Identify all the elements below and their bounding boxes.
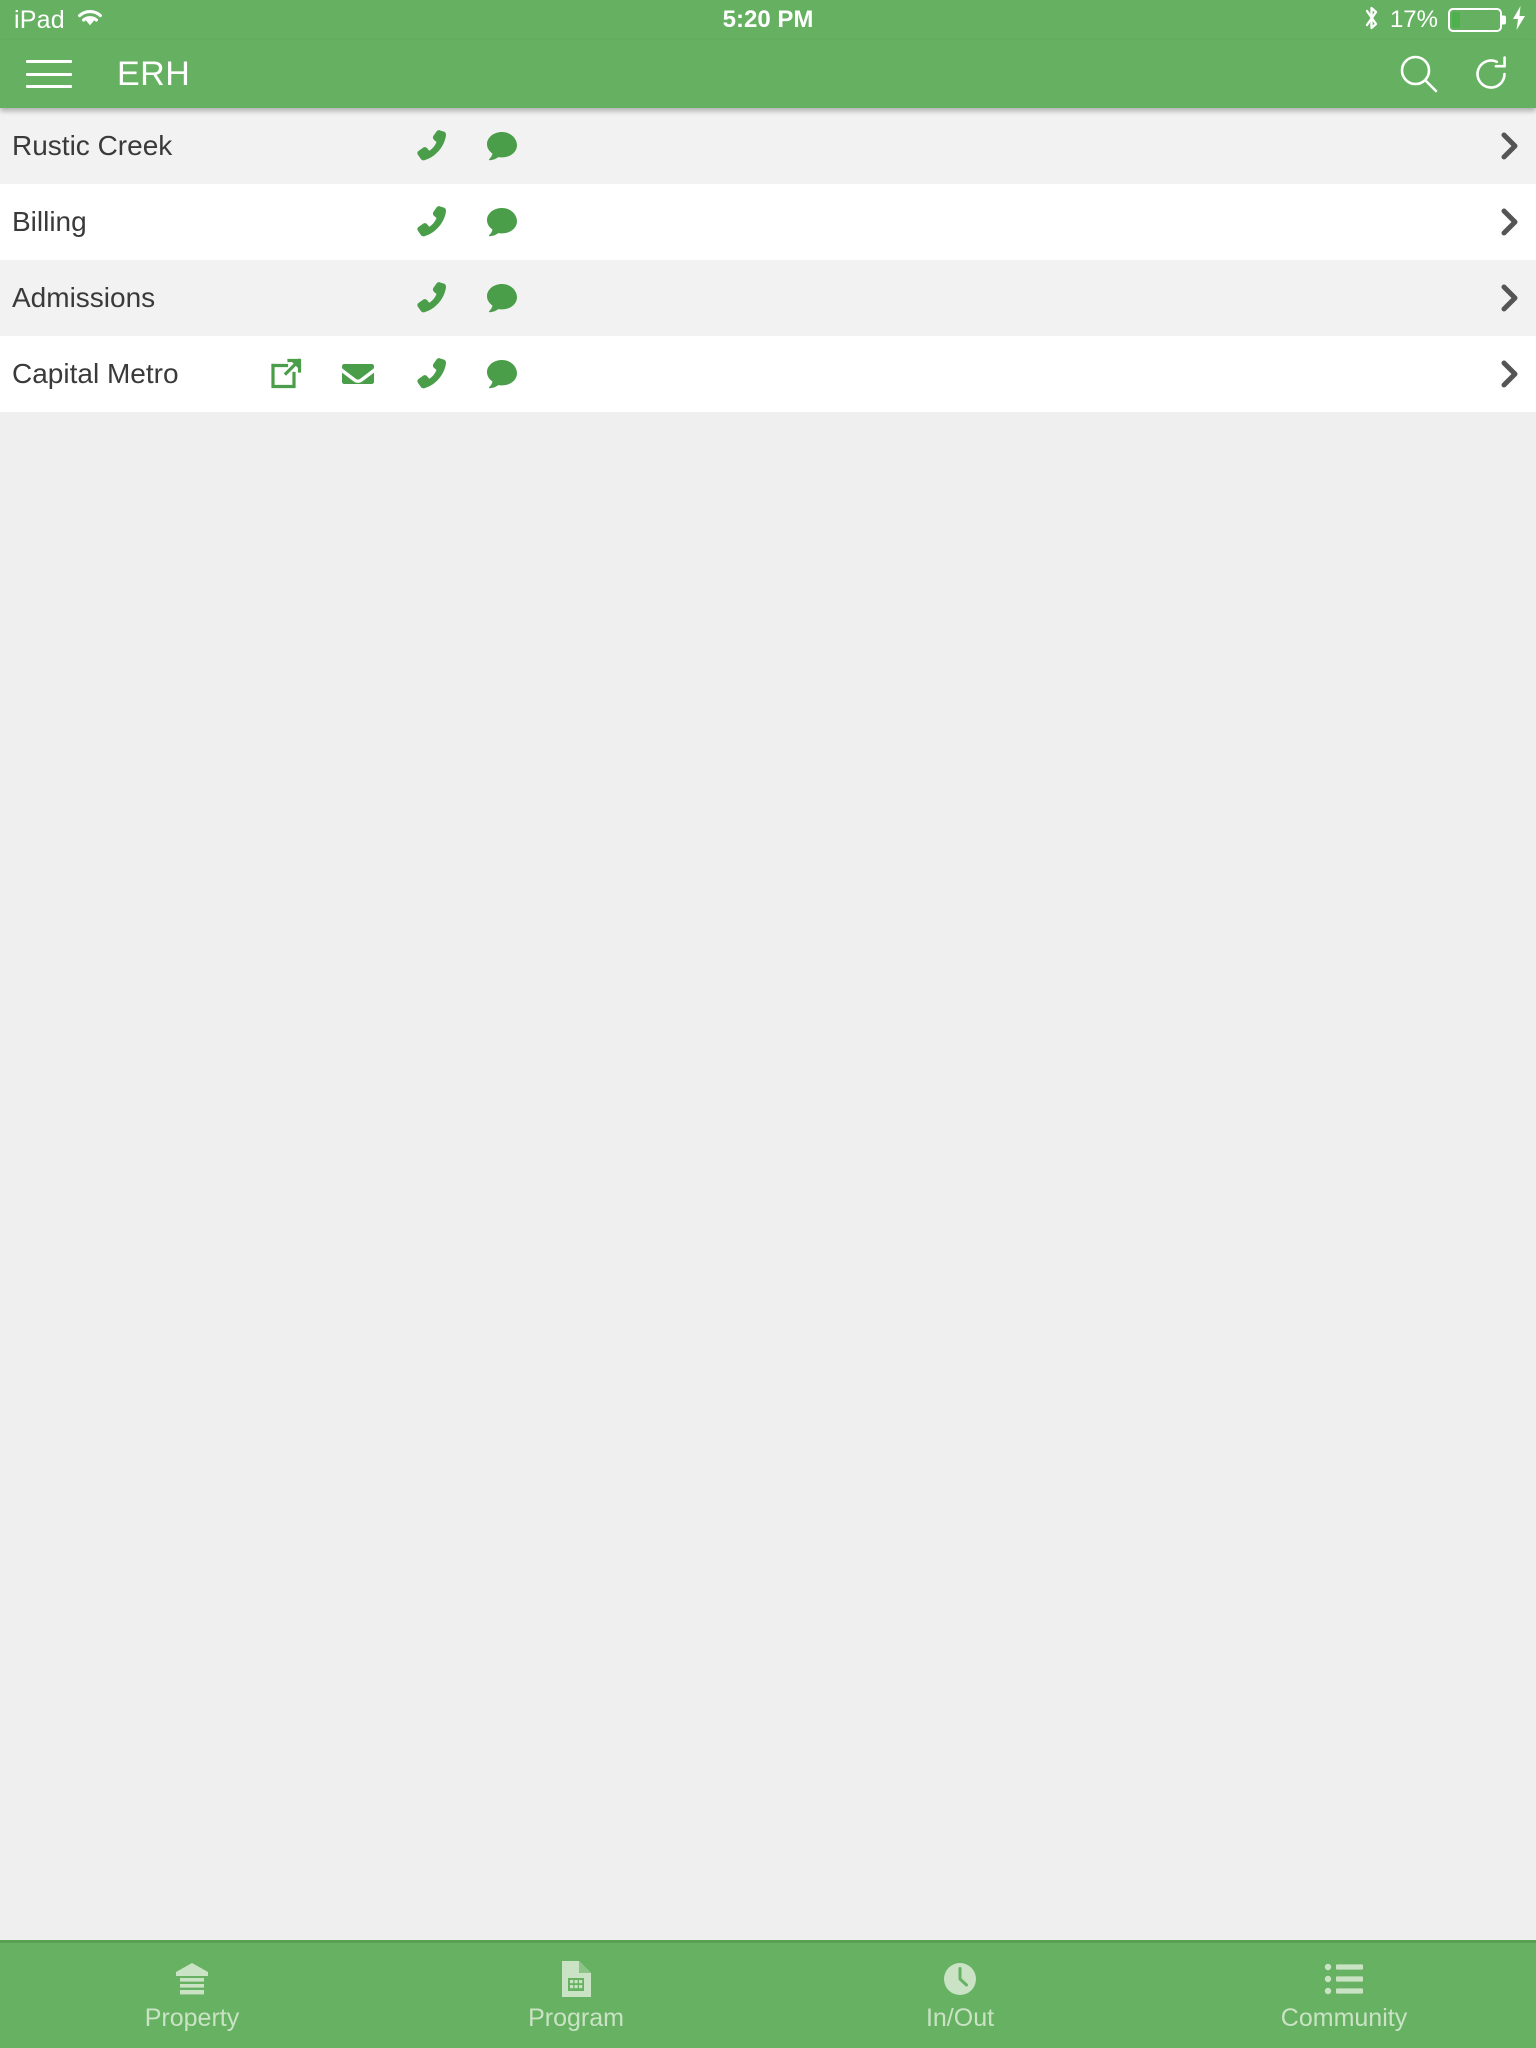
nav-bar: ERH	[0, 40, 1536, 108]
tab-program[interactable]: Program	[384, 1943, 768, 2048]
list-item[interactable]: Capital Metro	[0, 336, 1536, 412]
refresh-icon[interactable]	[1468, 51, 1514, 97]
bottom-tab-bar: Property Program In/Out Community	[0, 1940, 1536, 2048]
tab-label: Community	[1280, 2004, 1408, 2032]
building-icon	[173, 1960, 211, 1998]
chevron-right-icon[interactable]	[1496, 354, 1524, 394]
list-item-actions	[394, 202, 538, 242]
list-item-label: Capital Metro	[12, 358, 179, 389]
list-item-label: Billing	[12, 206, 87, 237]
tab-in-out[interactable]: In/Out	[768, 1943, 1152, 2048]
clock-label: 5:20 PM	[722, 6, 814, 33]
phone-icon[interactable]	[394, 278, 466, 318]
comment-icon[interactable]	[466, 354, 538, 394]
lightning-bolt-icon	[1512, 5, 1526, 35]
page-title: ERH	[117, 54, 191, 93]
bluetooth-icon	[1363, 4, 1380, 37]
external-link-icon[interactable]	[250, 354, 322, 394]
tab-label: Property	[144, 2004, 240, 2032]
clock-icon	[941, 1960, 979, 1998]
comment-icon[interactable]	[466, 278, 538, 318]
list-item-actions	[394, 126, 538, 166]
file-spreadsheet-icon	[559, 1960, 593, 1998]
list-item-actions	[394, 278, 538, 318]
phone-icon[interactable]	[394, 354, 466, 394]
list-item-actions	[250, 354, 538, 394]
contact-list: Rustic Creek Billing Admissions Capital Met…	[0, 108, 1536, 412]
status-bar-left: iPad	[0, 7, 105, 34]
tab-label: In/Out	[925, 2004, 995, 2032]
battery-icon	[1448, 8, 1502, 32]
tab-property[interactable]: Property	[0, 1943, 384, 2048]
app-root: iPad 5:20 PM 17% ERH Rustic Creek Billin…	[0, 0, 1536, 2048]
list-item-label: Rustic Creek	[12, 130, 173, 161]
wifi-icon	[75, 7, 105, 34]
chevron-right-icon[interactable]	[1496, 202, 1524, 242]
list-icon	[1324, 1960, 1364, 1998]
phone-icon[interactable]	[394, 126, 466, 166]
status-bar: iPad 5:20 PM 17%	[0, 0, 1536, 40]
envelope-icon[interactable]	[322, 354, 394, 394]
tab-label: Program	[528, 2004, 624, 2032]
list-item[interactable]: Admissions	[0, 260, 1536, 336]
hamburger-menu-icon[interactable]	[26, 57, 72, 91]
status-bar-center: 5:20 PM	[0, 0, 1536, 40]
list-item[interactable]: Rustic Creek	[0, 108, 1536, 184]
comment-icon[interactable]	[466, 202, 538, 242]
search-icon[interactable]	[1396, 51, 1442, 97]
battery-percent-label: 17%	[1389, 6, 1438, 33]
status-bar-right: 17%	[1363, 4, 1536, 37]
chevron-right-icon[interactable]	[1496, 278, 1524, 318]
comment-icon[interactable]	[466, 126, 538, 166]
phone-icon[interactable]	[394, 202, 466, 242]
list-item[interactable]: Billing	[0, 184, 1536, 260]
tab-community[interactable]: Community	[1152, 1943, 1536, 2048]
carrier-label: iPad	[14, 5, 65, 34]
chevron-right-icon[interactable]	[1496, 126, 1524, 166]
nav-bar-actions	[1396, 51, 1514, 97]
content-area	[0, 412, 1536, 1940]
list-item-label: Admissions	[12, 282, 156, 313]
